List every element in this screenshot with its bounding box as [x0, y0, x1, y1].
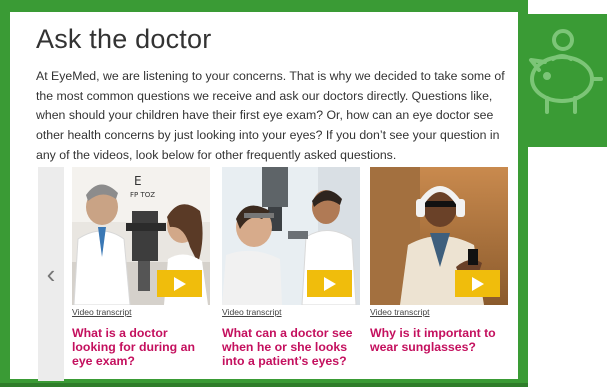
play-button[interactable]	[157, 270, 202, 297]
play-icon	[323, 276, 336, 291]
video-card: Video transcript Why is it important to …	[370, 167, 510, 354]
video-carousel: ‹ E FP TOZ Video transcript What is a do…	[38, 167, 510, 383]
video-transcript-link[interactable]: Video transcript	[72, 307, 212, 317]
play-button[interactable]	[455, 270, 500, 297]
video-transcript-link[interactable]: Video transcript	[222, 307, 362, 317]
play-icon	[173, 276, 186, 291]
frame-shadow	[0, 383, 528, 387]
video-question-link[interactable]: What can a doctor see when he or she loo…	[222, 326, 362, 368]
chevron-left-icon: ‹	[46, 258, 56, 289]
carousel-prev-button[interactable]: ‹	[38, 167, 64, 381]
play-icon	[471, 276, 484, 291]
video-question-link[interactable]: Why is it important to wear sunglasses?	[370, 326, 510, 354]
svg-text:E: E	[134, 174, 142, 188]
video-thumbnail[interactable]: E FP TOZ	[72, 167, 210, 305]
video-transcript-link[interactable]: Video transcript	[370, 307, 510, 317]
intro-paragraph: At EyeMed, we are listening to your conc…	[36, 69, 505, 162]
page-title: Ask the doctor	[36, 24, 212, 54]
video-card: E FP TOZ Video transcript What is a doct…	[72, 167, 212, 368]
video-question-link[interactable]: What is a doctor looking for during an e…	[72, 326, 212, 368]
video-thumbnail[interactable]	[370, 167, 508, 305]
piggy-bank-icon	[529, 29, 603, 114]
video-thumbnail[interactable]	[222, 167, 360, 305]
video-card: Video transcript What can a doctor see w…	[222, 167, 362, 368]
play-button[interactable]	[307, 270, 352, 297]
svg-text:FP TOZ: FP TOZ	[130, 191, 155, 199]
